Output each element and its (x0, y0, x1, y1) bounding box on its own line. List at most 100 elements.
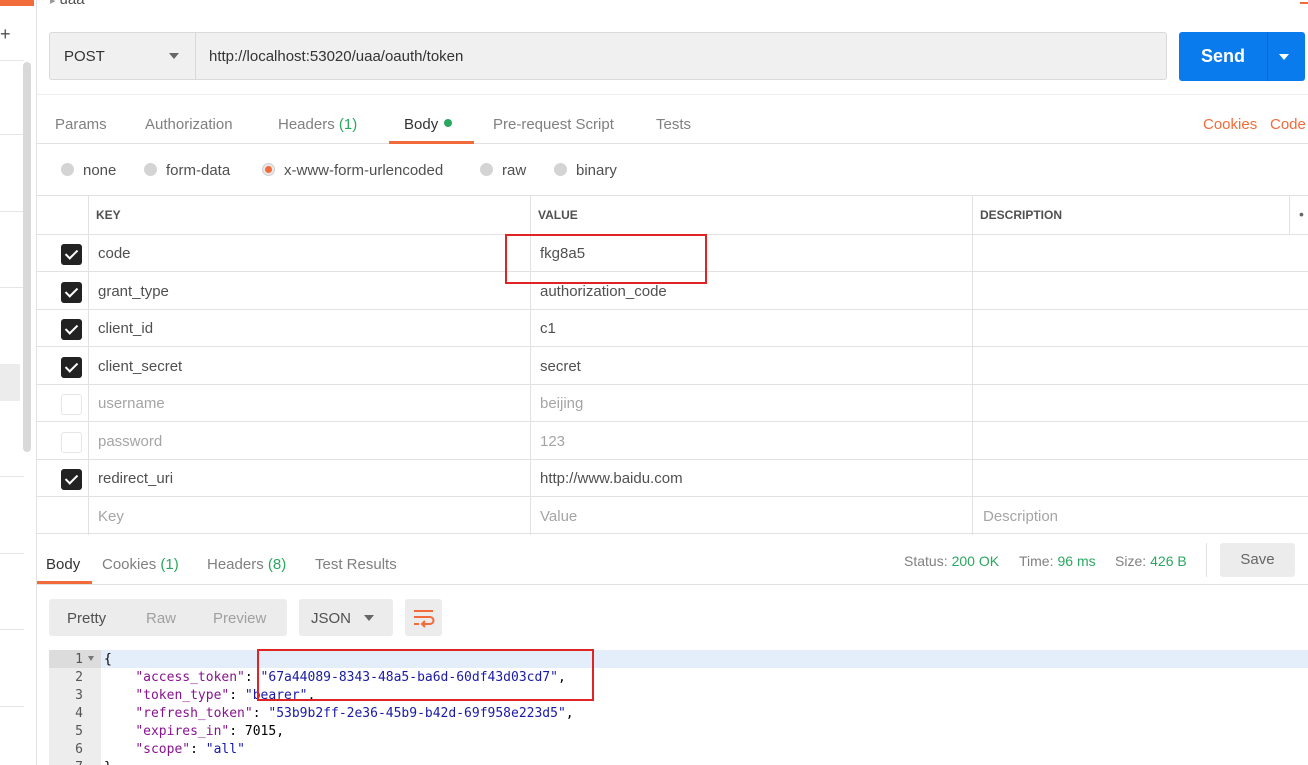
line-number: 2 (75, 670, 83, 685)
radio-icon[interactable] (554, 163, 567, 176)
view-mode-group: Pretty Raw Preview (49, 599, 287, 636)
chevron-down-icon (364, 615, 374, 621)
code-line: } (104, 759, 112, 765)
sidebar-divider (0, 706, 24, 707)
caret-right-icon: ▸ (50, 0, 56, 7)
row-checkbox[interactable] (61, 357, 82, 378)
tab-pre-request-script[interactable]: Pre-request Script (493, 116, 614, 133)
line-number: 1 (75, 652, 83, 667)
more-options-icon[interactable]: • (1299, 206, 1304, 222)
row-checkbox[interactable] (61, 394, 82, 415)
new-value-input[interactable]: Value (540, 508, 577, 525)
line-number: 6 (75, 742, 83, 757)
tab-headers[interactable]: Headers (1) (278, 116, 357, 133)
url-input[interactable]: http://localhost:53020/uaa/oauth/token (195, 32, 1167, 80)
new-key-input[interactable]: Key (98, 508, 124, 525)
new-description-input[interactable]: Description (983, 508, 1058, 525)
postman-window: + ▸uaa POST http://localhost:53020/uaa/o… (0, 0, 1308, 765)
line-number: 5 (75, 724, 83, 739)
request-title[interactable]: ▸uaa (50, 0, 85, 8)
mode-raw[interactable]: raw (480, 162, 526, 179)
tab-tests[interactable]: Tests (656, 116, 691, 133)
param-key[interactable]: code (98, 245, 131, 262)
code-link[interactable]: Code (1270, 116, 1306, 133)
param-value[interactable]: beijing (540, 395, 583, 412)
radio-selected-icon[interactable] (262, 163, 275, 176)
size-readout: Size: 426 B (1115, 553, 1187, 569)
tab-params[interactable]: Params (55, 116, 107, 133)
line-number: 3 (75, 688, 83, 703)
top-right-indicator (1300, 0, 1308, 4)
annotation-box-access-token (257, 649, 594, 701)
code-line: "scope": "all" (135, 742, 245, 757)
sidebar-divider (0, 60, 24, 61)
preview-button[interactable]: Preview (213, 610, 266, 627)
code-line: "refresh_token": "53b9b2ff-2e36-45b9-b42… (135, 706, 574, 721)
active-line-highlight (49, 650, 1308, 668)
param-value[interactable]: authorization_code (540, 283, 667, 300)
method-label: POST (64, 48, 105, 65)
active-tab-indicator (37, 581, 92, 584)
code-line: "expires_in": 7015, (135, 724, 285, 739)
tab-test-results[interactable]: Test Results (315, 556, 397, 573)
param-value[interactable]: http://www.baidu.com (540, 470, 683, 487)
row-checkbox[interactable] (61, 282, 82, 303)
row-checkbox[interactable] (61, 244, 82, 265)
method-select[interactable]: POST (49, 32, 195, 80)
param-key[interactable]: password (98, 433, 162, 450)
response-body-viewer[interactable]: 1 2 3 4 5 6 7 { "access_token": "67a4408… (49, 650, 1308, 765)
active-tab-indicator (389, 141, 474, 144)
column-header-description: DESCRIPTION (980, 208, 1063, 222)
save-response-button[interactable]: Save (1220, 543, 1295, 577)
sidebar-item-selected[interactable] (0, 364, 20, 401)
raw-button[interactable]: Raw (146, 610, 176, 627)
param-key[interactable]: redirect_uri (98, 470, 173, 487)
body-mode-group: none form-data x-www-form-urlencoded raw… (37, 145, 1308, 195)
chevron-down-icon (169, 53, 179, 59)
mode-none[interactable]: none (61, 162, 116, 179)
param-value[interactable]: c1 (540, 320, 556, 337)
wrap-icon (414, 610, 435, 628)
row-checkbox[interactable] (61, 432, 82, 453)
add-icon[interactable]: + (0, 24, 14, 44)
param-key[interactable]: client_secret (98, 358, 182, 375)
column-header-value: VALUE (538, 208, 578, 222)
sidebar-scrollbar[interactable] (23, 62, 31, 452)
fold-toggle-icon[interactable] (88, 656, 94, 661)
param-key[interactable]: grant_type (98, 283, 169, 300)
radio-icon[interactable] (61, 163, 74, 176)
sidebar-divider (0, 476, 24, 477)
pretty-button[interactable]: Pretty (67, 610, 106, 627)
format-label: JSON (311, 610, 352, 627)
sidebar-divider (0, 629, 24, 630)
radio-icon[interactable] (480, 163, 493, 176)
sidebar-divider (0, 134, 24, 135)
sidebar-divider (0, 211, 24, 212)
annotation-box-code (505, 234, 707, 284)
status-readout: Status: 200 OK (904, 553, 1000, 569)
row-checkbox[interactable] (61, 319, 82, 340)
param-key[interactable]: client_id (98, 320, 153, 337)
mode-form-data[interactable]: form-data (144, 162, 230, 179)
radio-icon[interactable] (144, 163, 157, 176)
format-select[interactable]: JSON (299, 599, 393, 636)
line-number: 7 (49, 759, 83, 765)
tab-response-headers[interactable]: Headers (8) (207, 556, 286, 573)
param-value[interactable]: secret (540, 358, 581, 375)
wrap-lines-button[interactable] (405, 599, 442, 636)
tab-response-body[interactable]: Body (46, 556, 80, 573)
send-button[interactable]: Send (1179, 32, 1305, 81)
sidebar-accent (0, 0, 34, 6)
mode-x-www-form-urlencoded[interactable]: x-www-form-urlencoded (262, 162, 443, 179)
tab-response-cookies[interactable]: Cookies (1) (102, 556, 179, 573)
row-checkbox[interactable] (61, 469, 82, 490)
param-key[interactable]: username (98, 395, 165, 412)
tab-authorization[interactable]: Authorization (145, 116, 233, 133)
tab-body[interactable]: Body (404, 116, 453, 133)
cookies-link[interactable]: Cookies (1203, 116, 1257, 133)
chevron-down-icon[interactable] (1279, 54, 1289, 60)
line-number: 4 (75, 706, 83, 721)
send-label: Send (1200, 46, 1245, 66)
mode-binary[interactable]: binary (554, 162, 617, 179)
param-value[interactable]: 123 (540, 433, 565, 450)
